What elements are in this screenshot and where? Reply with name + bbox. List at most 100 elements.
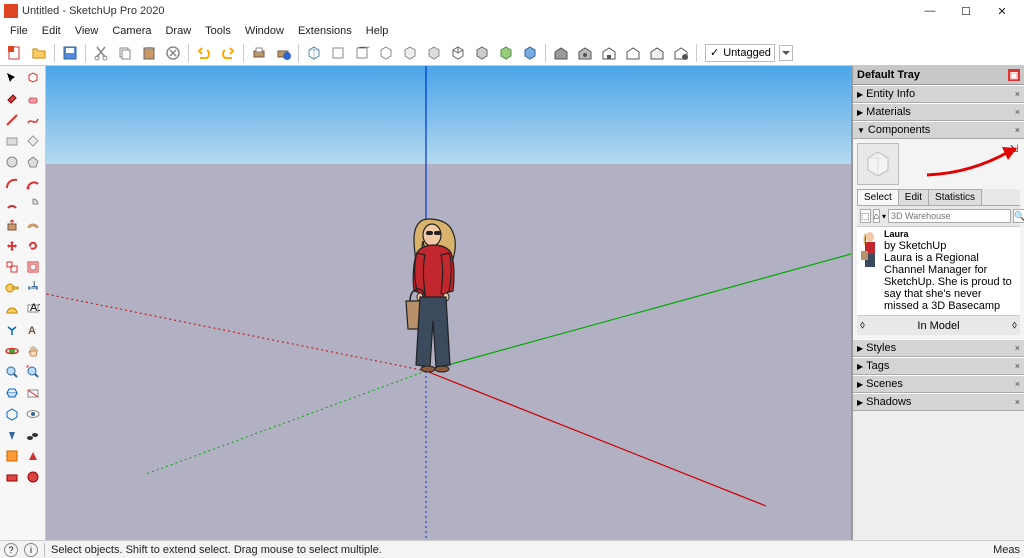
- extension4-tool[interactable]: [23, 467, 43, 487]
- eraser-tool[interactable]: [23, 89, 43, 109]
- pan-tool[interactable]: [23, 341, 43, 361]
- panel-close-icon[interactable]: ×: [1015, 379, 1020, 389]
- pushpull-tool[interactable]: [2, 215, 22, 235]
- menu-camera[interactable]: Camera: [106, 23, 157, 39]
- search-input[interactable]: [888, 209, 1011, 223]
- polygon-tool[interactable]: [23, 152, 43, 172]
- home-icon[interactable]: ⌂: [873, 209, 880, 223]
- pie-tool[interactable]: [23, 194, 43, 214]
- dimension-tool[interactable]: 1: [23, 278, 43, 298]
- menu-draw[interactable]: Draw: [159, 23, 197, 39]
- rectangle-tool[interactable]: [2, 131, 22, 151]
- followme-tool[interactable]: [23, 215, 43, 235]
- menu-help[interactable]: Help: [360, 23, 395, 39]
- hidden-line-button[interactable]: [471, 42, 493, 64]
- arc-tool[interactable]: [2, 173, 22, 193]
- menu-tools[interactable]: Tools: [199, 23, 237, 39]
- details-toggle-icon[interactable]: ⇲: [1008, 143, 1020, 155]
- maximize-button[interactable]: ☐: [948, 0, 984, 22]
- panel-materials[interactable]: ▶Materials×: [853, 103, 1024, 121]
- axes-tool[interactable]: [2, 320, 22, 340]
- iso-view-button[interactable]: [303, 42, 325, 64]
- panel-shadows[interactable]: ▶Shadows×: [853, 393, 1024, 411]
- left-view-button[interactable]: [423, 42, 445, 64]
- line-tool[interactable]: [2, 110, 22, 130]
- circle-tool[interactable]: [2, 152, 22, 172]
- save-button[interactable]: [59, 42, 81, 64]
- component-tool[interactable]: [23, 68, 43, 88]
- scale-tool[interactable]: [2, 257, 22, 277]
- component-thumbnail[interactable]: [857, 143, 899, 185]
- paint-tool[interactable]: [2, 89, 22, 109]
- extension3-tool[interactable]: [2, 467, 22, 487]
- text-tool[interactable]: A1: [23, 299, 43, 319]
- extension1-tool[interactable]: [2, 446, 22, 466]
- delete-button[interactable]: [162, 42, 184, 64]
- redo-button[interactable]: [217, 42, 239, 64]
- menu-window[interactable]: Window: [239, 23, 290, 39]
- info-icon[interactable]: i: [24, 543, 38, 557]
- move-tool[interactable]: [2, 236, 22, 256]
- close-button[interactable]: ✕: [984, 0, 1020, 22]
- tab-select[interactable]: Select: [857, 189, 899, 205]
- top-view-button[interactable]: [327, 42, 349, 64]
- cut-button[interactable]: [90, 42, 112, 64]
- freehand-tool[interactable]: [23, 110, 43, 130]
- menu-view[interactable]: View: [69, 23, 105, 39]
- house-front-button[interactable]: [598, 42, 620, 64]
- house-perspective-button[interactable]: [670, 42, 692, 64]
- section-tool[interactable]: [2, 383, 22, 403]
- print-button[interactable]: [248, 42, 270, 64]
- shaded-textures-button[interactable]: [519, 42, 541, 64]
- wireframe-button[interactable]: [447, 42, 469, 64]
- zoom-extents-tool[interactable]: [23, 362, 43, 382]
- panel-close-icon[interactable]: ×: [1015, 343, 1020, 353]
- undo-button[interactable]: [193, 42, 215, 64]
- tag-dropdown-arrow[interactable]: [779, 45, 793, 61]
- panel-entity-info[interactable]: ▶Entity Info×: [853, 85, 1024, 103]
- copy-button[interactable]: [114, 42, 136, 64]
- arc3-tool[interactable]: [2, 194, 22, 214]
- panel-close-icon[interactable]: ×: [1015, 125, 1020, 135]
- model-info-button[interactable]: [272, 42, 294, 64]
- offset-tool[interactable]: [23, 257, 43, 277]
- protractor-tool[interactable]: [2, 299, 22, 319]
- tape-tool[interactable]: [2, 278, 22, 298]
- tray-header[interactable]: Default Tray ▣: [853, 66, 1024, 85]
- panel-close-icon[interactable]: ×: [1015, 89, 1020, 99]
- menu-edit[interactable]: Edit: [36, 23, 67, 39]
- panel-close-icon[interactable]: ×: [1015, 361, 1020, 371]
- component-item-laura[interactable]: Laura by SketchUp Laura is a Regional Ch…: [857, 226, 1020, 315]
- select-tool[interactable]: [2, 68, 22, 88]
- panel-tags[interactable]: ▶Tags×: [853, 357, 1024, 375]
- viewport-3d[interactable]: [46, 66, 851, 540]
- nav-prev-icon[interactable]: ⬨: [860, 319, 865, 332]
- menu-file[interactable]: File: [4, 23, 34, 39]
- front-view-button[interactable]: [351, 42, 373, 64]
- nav-next-icon[interactable]: ⬨: [1012, 319, 1017, 332]
- walk-tool[interactable]: [23, 425, 43, 445]
- panel-styles[interactable]: ▶Styles×: [853, 339, 1024, 357]
- shaded-button[interactable]: [495, 42, 517, 64]
- orbit-tool[interactable]: [2, 341, 22, 361]
- section-display-tool[interactable]: [23, 383, 43, 403]
- rotated-rect-tool[interactable]: [23, 131, 43, 151]
- eye-tool[interactable]: [23, 404, 43, 424]
- new-file-button[interactable]: [4, 42, 26, 64]
- tray-close-button[interactable]: ▣: [1008, 69, 1020, 81]
- nav-back-icon[interactable]: ⬚: [860, 209, 871, 223]
- panel-scenes[interactable]: ▶Scenes×: [853, 375, 1024, 393]
- help-icon[interactable]: ?: [4, 543, 18, 557]
- house-top-button[interactable]: [622, 42, 644, 64]
- right-view-button[interactable]: [375, 42, 397, 64]
- arc2-tool[interactable]: [23, 173, 43, 193]
- minimize-button[interactable]: —: [912, 0, 948, 22]
- open-file-button[interactable]: [28, 42, 50, 64]
- 3dtext-tool[interactable]: A: [23, 320, 43, 340]
- panel-close-icon[interactable]: ×: [1015, 397, 1020, 407]
- rotate-tool[interactable]: [23, 236, 43, 256]
- house-iso-button[interactable]: [646, 42, 668, 64]
- tab-edit[interactable]: Edit: [898, 189, 929, 205]
- paste-button[interactable]: [138, 42, 160, 64]
- xray-tool[interactable]: [2, 404, 22, 424]
